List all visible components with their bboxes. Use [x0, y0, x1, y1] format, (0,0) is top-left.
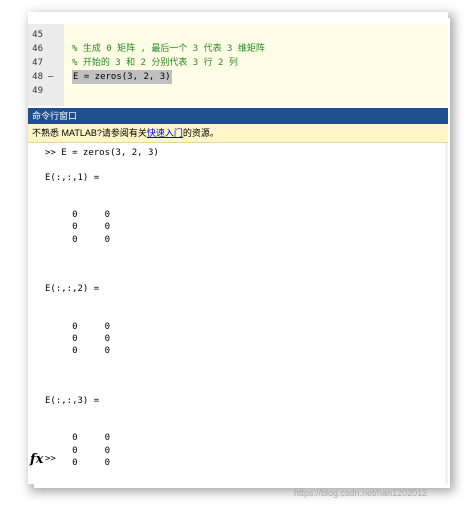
command-window-scrollbar[interactable] — [445, 143, 448, 484]
code-editor[interactable]: 45 46 % 生成 0 矩阵 , 最后一个 3 代表 3 维矩阵 47 % 开始的 3… — [28, 24, 448, 106]
output-line: 0 0 — [45, 222, 111, 233]
breakpoint-marker[interactable]: – — [48, 70, 53, 84]
line-number: 45 — [32, 30, 43, 40]
output-line: E(:,:,3) = — [45, 396, 100, 406]
command-prompt[interactable]: >> — [45, 454, 56, 464]
editor-line[interactable]: 49 — [28, 84, 448, 98]
notice-text-end: 的资源。 — [182, 128, 219, 138]
line-number: 46 — [32, 44, 43, 54]
getting-started-notice: 不熟悉 MATLAB?请参阅有关快速入门的资源。 — [28, 124, 448, 143]
output-line: 0 0 — [45, 321, 111, 332]
code-comment: % 生成 0 矩阵 , 最后一个 3 代表 3 维矩阵 — [72, 44, 265, 54]
line-number: 49 — [32, 86, 43, 96]
output-line: E(:,:,2) = — [45, 284, 100, 295]
getting-started-link[interactable]: 快速入门 — [147, 128, 183, 138]
editor-line[interactable]: 48– E = zeros(3, 2, 3) — [28, 70, 448, 84]
output-line: 0 0 — [45, 433, 111, 444]
watermark: https://blog.csdn.net/han1202012 — [294, 488, 428, 498]
editor-line[interactable]: 46 % 生成 0 矩阵 , 最后一个 3 代表 3 维矩阵 — [28, 42, 448, 56]
output-line: 0 0 — [45, 346, 111, 357]
line-number: 47 — [32, 58, 43, 68]
command-window-output[interactable]: >> E = zeros(3, 2, 3) E(:,:,1) = 0 0 0 0 … — [28, 143, 448, 484]
notice-text: 不熟悉 MATLAB?请参阅有关 — [32, 128, 147, 138]
code-text: E = zeros(3, 2, 3) — [72, 70, 172, 84]
line-number: 48 — [32, 72, 43, 82]
matlab-window: 45 46 % 生成 0 矩阵 , 最后一个 3 代表 3 维矩阵 47 % 开始的 3… — [28, 12, 448, 484]
output-line: 0 0 — [45, 334, 111, 344]
fx-function-browser-icon[interactable]: fx — [30, 452, 43, 467]
command-window-title[interactable]: 命令行窗口 — [28, 108, 448, 124]
output-line: 0 0 — [45, 210, 111, 220]
command-window-title-text: 命令行窗口 — [32, 111, 78, 121]
output-line: E(:,:,1) = — [45, 172, 100, 183]
code-comment: % 开始的 3 和 2 分别代表 3 行 2 列 — [72, 58, 238, 68]
output-line: 0 0 — [45, 234, 111, 245]
editor-line[interactable]: 47 % 开始的 3 和 2 分别代表 3 行 2 列 — [28, 56, 448, 70]
output-line: >> E = zeros(3, 2, 3) — [45, 148, 159, 158]
editor-line[interactable]: 45 — [28, 28, 448, 42]
